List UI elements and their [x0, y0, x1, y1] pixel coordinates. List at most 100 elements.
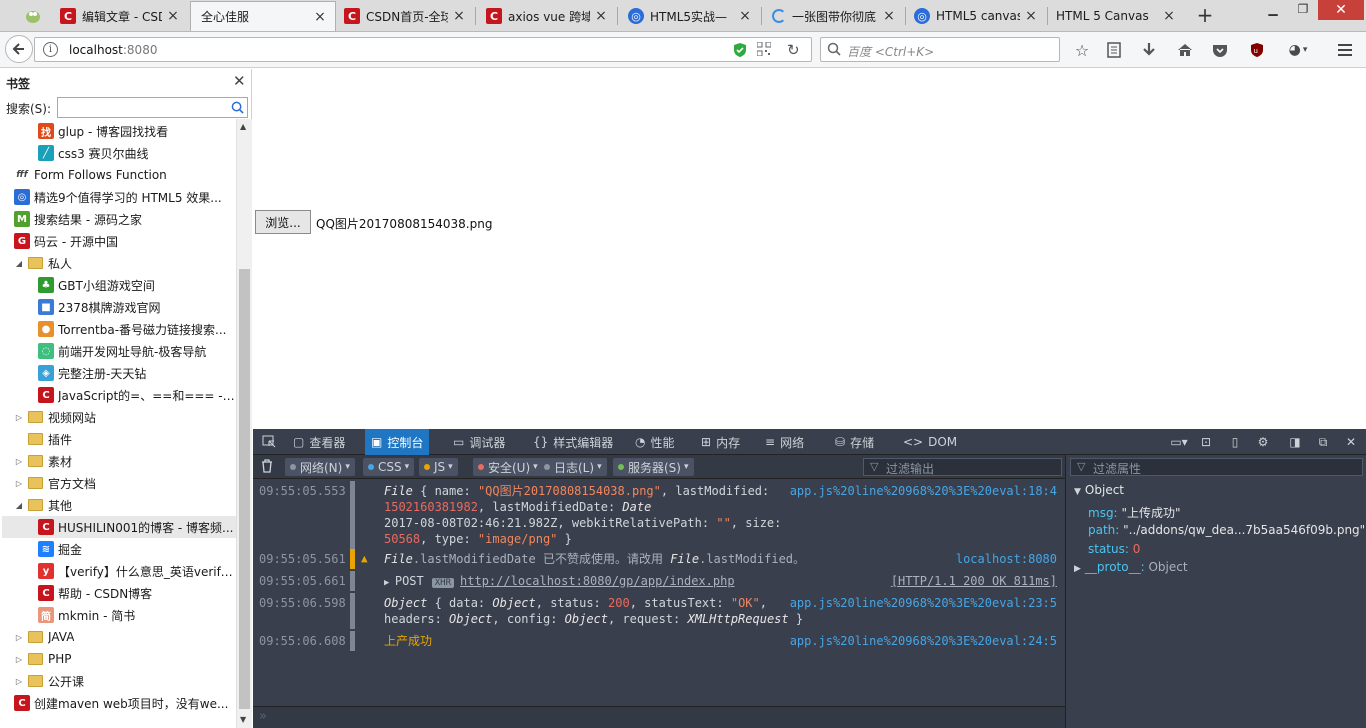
bookmark-item[interactable]: y 【verify】什么意思_英语verify... [38, 560, 236, 582]
close-icon[interactable]: × [882, 9, 896, 23]
collapsed-arrow-icon[interactable]: ▷ [14, 413, 24, 422]
qr-code-icon[interactable] [756, 41, 772, 57]
expanded-arrow-icon[interactable]: ◢ [14, 501, 24, 510]
scroll-up-icon[interactable]: ▲ [240, 122, 246, 131]
collapsed-arrow-icon[interactable]: ▷ [14, 633, 24, 642]
console-message[interactable]: 09:55:05.553 File { name: "QQ图片2017080815… [253, 481, 1065, 549]
search-input[interactable]: 百度 <Ctrl+K> [820, 37, 1060, 62]
expanded-arrow-icon[interactable]: ◢ [14, 259, 24, 268]
collapsed-arrow-icon[interactable]: ▷ [14, 655, 24, 664]
devtools-tab-inspector[interactable]: ▢ 查看器 [287, 429, 351, 455]
close-icon[interactable]: × [166, 9, 180, 23]
pocket-icon[interactable] [1209, 39, 1231, 61]
filter-button[interactable]: 安全(U) ▾ [473, 458, 543, 476]
tab-html5-canvas[interactable]: ◎ HTML5 canvas × [906, 2, 1046, 30]
restore-button[interactable]: ❐ [1292, 2, 1314, 18]
prop-msg[interactable]: msg: "上传成功" [1088, 504, 1180, 521]
expand-arrow-icon[interactable]: ▶ [384, 578, 395, 588]
shield-check-icon[interactable] [733, 42, 747, 58]
minimize-button[interactable]: ▁ [1262, 2, 1284, 18]
close-icon[interactable]: × [738, 9, 752, 23]
bookmark-item[interactable]: ♣ GBT小组游戏空间 [38, 274, 236, 296]
close-icon[interactable]: × [1024, 9, 1038, 23]
bookmark-item[interactable]: ◈ 完整注册-天天钻 [38, 362, 236, 384]
devtools-tab-style-editor[interactable]: {} 样式编辑器 [527, 429, 619, 455]
inspector-root[interactable]: ▼ Object [1074, 483, 1124, 497]
devtools-tab-network[interactable]: ≡ 网络 [759, 429, 810, 455]
message-source-link[interactable]: localhost:8080 [956, 551, 1057, 567]
bookmark-folder[interactable]: ▷ 素材 [14, 450, 236, 472]
bookmark-item[interactable]: ◎ 精选9个值得学习的 HTML5 效果... [14, 186, 236, 208]
bookmark-item[interactable]: ≋ 掘金 [38, 538, 236, 560]
prop-path[interactable]: path: "../addons/qw_dea...7b5aa546f09b.p… [1088, 523, 1365, 537]
filter-button[interactable]: 服务器(S) ▾ [613, 458, 694, 476]
star-icon[interactable]: ☆ [1071, 39, 1093, 61]
prop-proto[interactable]: ▶ __proto__: Object [1074, 560, 1188, 574]
close-icon[interactable]: × [452, 9, 466, 23]
dock-side-icon[interactable]: ◨ [1283, 429, 1307, 455]
filter-button[interactable]: JS ▾ [419, 458, 458, 476]
collapsed-arrow-icon[interactable]: ▷ [14, 677, 24, 686]
bookmark-item[interactable]: M 搜索结果 - 源码之家 [14, 208, 236, 230]
scroll-thumb[interactable] [239, 269, 250, 709]
console-message[interactable]: 09:55:06.598 Object { data: Object, statu… [253, 593, 1065, 629]
bookmark-folder[interactable]: ▷ JAVA [14, 626, 236, 648]
separate-window-icon[interactable]: ⧉ [1311, 429, 1335, 455]
browse-button[interactable]: 浏览... [255, 210, 311, 234]
bookmark-folder[interactable]: ▷ 官方文档 [14, 472, 236, 494]
request-status[interactable]: [HTTP/1.1 200 OK 811ms] [891, 573, 1057, 589]
hamburger-menu-icon[interactable] [1334, 39, 1356, 61]
download-icon[interactable] [1138, 39, 1160, 61]
sidebar-scrollbar[interactable]: ▲ ▼ [236, 119, 252, 728]
console-message[interactable]: 09:55:05.661 ▶ POST XHR http://localhost:80… [253, 571, 1065, 591]
message-source-link[interactable]: app.js%20line%20968%20%3E%20eval:24:5 [790, 633, 1057, 649]
bookmark-folder[interactable]: ▷ PHP [14, 648, 236, 670]
tab-edit-article[interactable]: C 编辑文章 - CSD × [52, 2, 188, 30]
bookmark-search-input[interactable] [57, 97, 248, 118]
pick-element-icon[interactable] [255, 429, 283, 455]
tab-active[interactable]: 全心佳服 × [190, 1, 336, 31]
scroll-down-icon[interactable]: ▼ [240, 715, 246, 724]
bookmark-item[interactable]: C JavaScript的=、==和=== - ... [38, 384, 236, 406]
back-button[interactable] [5, 35, 33, 63]
filter-button[interactable]: 网络(N) ▾ [285, 458, 355, 476]
console-input[interactable]: » [253, 706, 1065, 728]
reload-icon[interactable]: ↻ [787, 41, 800, 59]
url-bar[interactable]: i localhost:8080 ↻ [34, 37, 812, 62]
scratchpad-icon[interactable]: ⊡ [1193, 429, 1219, 455]
bookmark-item[interactable]: ■ 2378棋牌游戏官网 [38, 296, 236, 318]
globe-menu-icon[interactable]: ◕ ▾ [1281, 39, 1315, 61]
split-layout-icon[interactable]: ▭▾ [1165, 429, 1193, 455]
ublock-icon[interactable]: u [1247, 39, 1267, 61]
bookmark-item[interactable]: ● Torrentba-番号磁力链接搜索... [38, 318, 236, 340]
close-icon[interactable]: × [594, 9, 608, 23]
close-sidebar-icon[interactable]: ✕ [233, 72, 246, 90]
new-tab-button[interactable]: + [1194, 4, 1216, 26]
bookmark-item[interactable]: fff Form Follows Function [14, 164, 236, 186]
bookmark-folder[interactable]: ◢ 私人 [14, 252, 236, 274]
message-source-link[interactable]: app.js%20line%20968%20%3E%20eval:18:4 [790, 483, 1057, 499]
tab-one-picture[interactable]: 一张图带你彻底 × [764, 2, 904, 30]
collapsed-arrow-icon[interactable]: ▷ [14, 457, 24, 466]
responsive-icon[interactable]: ▯ [1223, 429, 1247, 455]
request-url-link[interactable]: http://localhost:8080/gp/app/index.php [460, 574, 735, 588]
tab-axios-vue[interactable]: C axios vue 跨域 × [478, 2, 616, 30]
bookmark-item[interactable]: 找 glup - 博客园找找看 [38, 120, 236, 142]
filter-props-input[interactable]: ▽ 过滤属性 [1070, 458, 1363, 476]
console-message[interactable]: 09:55:05.561 ▲ File.lastModifiedDate 已不赞成使… [253, 549, 1065, 569]
bookmark-folder[interactable]: ▷ 视频网站 [14, 406, 236, 428]
collapsed-arrow-icon[interactable]: ▷ [14, 479, 24, 488]
console-message[interactable]: 09:55:06.608 上产成功 app.js%20line%20968%20%3… [253, 631, 1065, 651]
close-window-button[interactable]: ✕ [1318, 0, 1364, 20]
close-icon[interactable]: × [313, 10, 327, 24]
bookmark-folder[interactable]: 插件 [14, 428, 236, 450]
close-devtools-icon[interactable]: ✕ [1339, 429, 1363, 455]
reading-list-icon[interactable] [1103, 39, 1125, 61]
filter-button[interactable]: CSS ▾ [363, 458, 415, 476]
filter-button[interactable]: 日志(L) ▾ [539, 458, 607, 476]
home-icon[interactable] [1174, 39, 1196, 61]
trash-icon[interactable] [261, 459, 273, 476]
bookmark-item[interactable]: C HUSHILIN001的博客 - 博客频... [2, 516, 236, 538]
devtools-tab-console[interactable]: ▣ 控制台 [365, 429, 430, 455]
bookmark-item[interactable]: ╱ css3 赛贝尔曲线 [38, 142, 236, 164]
